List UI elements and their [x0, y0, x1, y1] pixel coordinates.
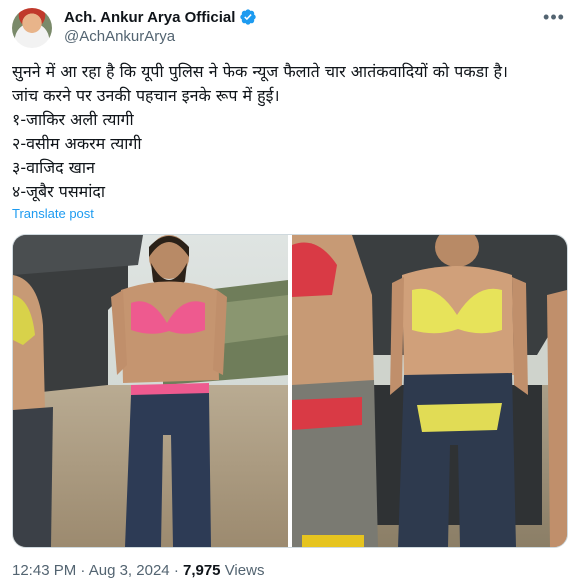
separator: · — [80, 562, 86, 579]
post-metadata: 12:43 PM · Aug 3, 2024 · 7,975 Views — [12, 562, 264, 579]
post-header: Ach. Ankur Arya Official @AchAnkurArya •… — [12, 6, 566, 48]
author-handle[interactable]: @AchAnkurArya — [64, 28, 175, 45]
post-text-line: सुनने में आ रहा है कि यूपी पुलिस ने फेक … — [12, 62, 508, 81]
author-name-row: Ach. Ankur Arya Official — [64, 8, 257, 26]
post-time[interactable]: 12:43 PM — [12, 562, 76, 579]
verified-badge-icon[interactable] — [239, 8, 257, 26]
photo-right[interactable] — [292, 235, 567, 547]
views-count: 7,975 — [182, 562, 221, 579]
more-options-icon[interactable]: ••• — [542, 8, 566, 32]
avatar[interactable] — [12, 8, 52, 48]
separator: · — [173, 562, 179, 579]
author-display-name[interactable]: Ach. Ankur Arya Official — [64, 9, 235, 26]
post-text-line: २-वसीम अकरम त्यागी — [12, 134, 142, 153]
views-label: Views — [224, 562, 265, 579]
post-text-line: ४-जूबैर पसमांदा — [12, 182, 105, 201]
post-text: सुनने में आ रहा है कि यूपी पुलिस ने फेक … — [12, 60, 566, 204]
post-date[interactable]: Aug 3, 2024 — [89, 562, 170, 579]
photo-left[interactable] — [13, 235, 288, 547]
post-text-line: १-जाकिर अली त्यागी — [12, 110, 134, 129]
translate-post-link[interactable]: Translate post — [12, 206, 94, 221]
media-grid — [12, 234, 568, 548]
post-text-line: जांच करने पर उनकी पहचान इनके रूप में हुई… — [12, 86, 280, 105]
post-text-line: ३-वाजिद खान — [12, 158, 95, 177]
